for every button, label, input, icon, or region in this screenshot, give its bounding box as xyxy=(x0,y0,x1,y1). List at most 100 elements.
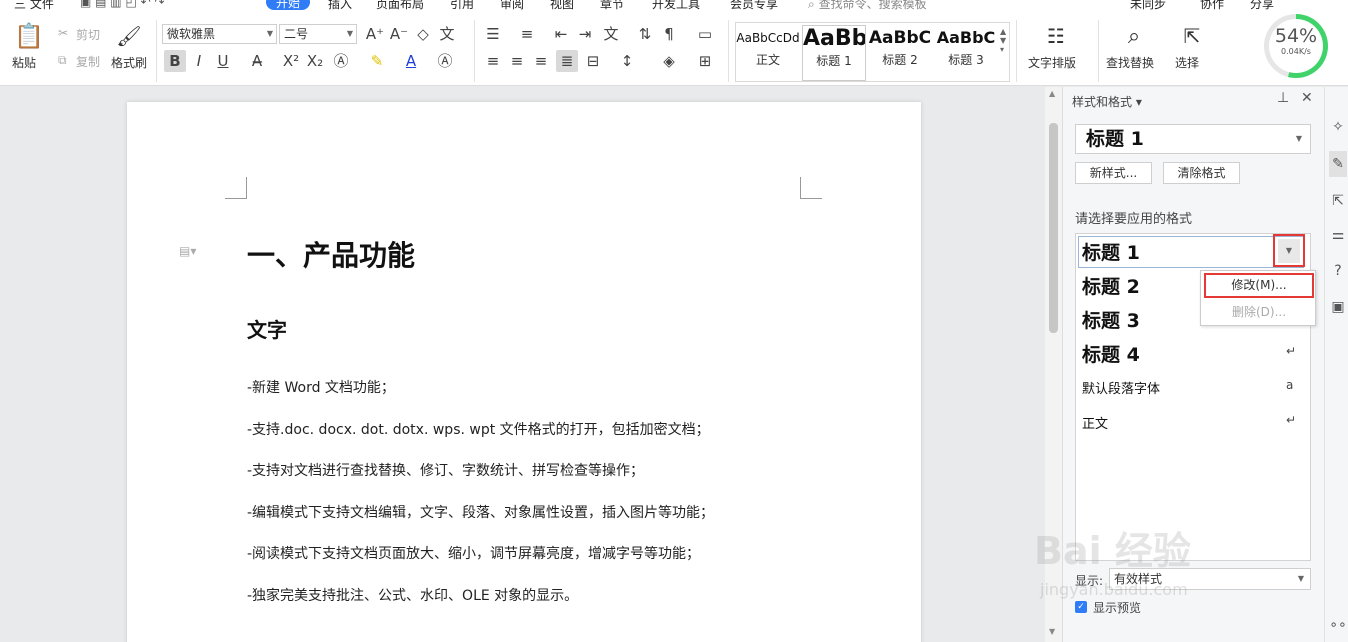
list-item[interactable]: 默认段落字体 xyxy=(1082,378,1160,397)
doc-heading-1[interactable]: 一、产品功能 xyxy=(247,234,415,274)
backup-icon[interactable]: ▣ xyxy=(1329,299,1347,315)
grow-font-icon[interactable]: A⁺ xyxy=(364,23,386,45)
italic-icon[interactable]: I xyxy=(188,50,210,72)
numbered-list-icon[interactable]: ≡ xyxy=(516,23,538,45)
style-heading1[interactable]: AaBb 标题 1 xyxy=(802,25,866,81)
modify-menu-item[interactable]: 修改(M)... xyxy=(1204,273,1314,298)
pane-title[interactable]: 样式和格式 ▾ xyxy=(1072,93,1142,110)
file-menu[interactable]: 三 文件 xyxy=(14,0,54,12)
style-heading2[interactable]: AaBbC 标题 2 xyxy=(868,25,932,81)
close-icon[interactable]: ✕ xyxy=(1301,90,1313,106)
copy-button[interactable]: 复制 xyxy=(76,53,100,70)
bullet-list-icon[interactable]: ☰ xyxy=(482,23,504,45)
share-button[interactable]: 分享 xyxy=(1250,0,1274,12)
doc-paragraph[interactable]: -支持.doc. docx. dot. dotx. wps. wpt 文件格式的… xyxy=(247,419,710,439)
search-icon[interactable]: ⌕ xyxy=(1120,22,1148,50)
subscript-icon[interactable]: X₂ xyxy=(304,50,326,72)
increase-indent-icon[interactable]: ⇥ xyxy=(574,23,596,45)
list-item[interactable]: 标题 3 xyxy=(1082,306,1140,333)
quick-access-icons[interactable]: ▣ ▤ ▥ ◰ ↶ ↷ xyxy=(80,0,165,9)
find-replace-button[interactable]: 查找替换 xyxy=(1106,54,1154,71)
doc-heading-2[interactable]: 文字 xyxy=(247,314,287,343)
styles-pane-icon[interactable]: ✎ xyxy=(1329,151,1347,177)
ruler-icon[interactable]: ▭ xyxy=(694,23,716,45)
more-icon[interactable]: ∘∘ xyxy=(1329,617,1347,633)
collab-button[interactable]: 协作 xyxy=(1200,0,1224,12)
style-dropdown-button[interactable]: ▼ xyxy=(1273,234,1305,267)
doc-paragraph[interactable]: -新建 Word 文档功能； xyxy=(247,377,395,397)
phonetic-icon[interactable]: 文 xyxy=(436,23,458,45)
font-name-select[interactable]: 微软雅黑 ▼ xyxy=(162,24,277,44)
tab-developer[interactable]: 开发工具 xyxy=(652,0,700,12)
doc-paragraph[interactable]: -支持对文档进行查找替换、修订、字数统计、拼写检查等操作； xyxy=(247,460,644,480)
list-item[interactable]: 正文 xyxy=(1082,413,1108,432)
paste-button[interactable]: 粘贴 xyxy=(12,54,36,71)
cut-button[interactable]: 剪切 xyxy=(76,26,100,43)
pin-icon[interactable]: ⊥ xyxy=(1277,90,1289,106)
list-item[interactable]: 标题 4 xyxy=(1082,340,1140,367)
help-icon[interactable]: ? xyxy=(1329,263,1347,279)
sync-status[interactable]: 未同步 xyxy=(1130,0,1166,12)
line-spacing-icon[interactable]: ↕ xyxy=(616,50,638,72)
search-command[interactable]: ⌕ 查找命令、搜索模板 xyxy=(808,0,927,12)
decrease-indent-icon[interactable]: ⇤ xyxy=(550,23,572,45)
list-item[interactable]: 标题 1 xyxy=(1082,238,1140,265)
show-marks-icon[interactable]: ¶ xyxy=(658,23,680,45)
strikethrough-icon[interactable]: A̶ xyxy=(246,50,268,72)
tab-view[interactable]: 视图 xyxy=(550,0,574,12)
delete-menu-item[interactable]: 删除(D)... xyxy=(1204,301,1314,323)
scroll-up-icon[interactable]: ▲ xyxy=(1049,89,1055,98)
tab-page-layout[interactable]: 页面布局 xyxy=(376,0,424,12)
text-layout-button[interactable]: 文字排版 xyxy=(1028,54,1076,71)
distribute-icon[interactable]: ⊟ xyxy=(582,50,604,72)
align-center-icon[interactable]: ≡ xyxy=(506,50,528,72)
font-size-select[interactable]: 二号 ▼ xyxy=(279,24,357,44)
tab-member[interactable]: 会员专享 xyxy=(730,0,778,12)
chinese-layout-icon[interactable]: 文 xyxy=(600,23,622,45)
doc-paragraph[interactable]: -编辑模式下支持文档编辑，文字、段落、对象属性设置，插入图片等功能； xyxy=(247,502,714,522)
clear-format-button[interactable]: 清除格式 xyxy=(1163,162,1240,184)
sort-icon[interactable]: ⇅ xyxy=(634,23,656,45)
superscript-icon[interactable]: X² xyxy=(280,50,302,72)
underline-icon[interactable]: U xyxy=(212,50,234,72)
align-left-icon[interactable]: ≡ xyxy=(482,50,504,72)
tab-insert[interactable]: 插入 xyxy=(328,0,352,12)
char-border-icon[interactable]: Ⓐ xyxy=(434,50,456,72)
select-objects-icon[interactable]: ⇱ xyxy=(1329,193,1347,209)
tab-review[interactable]: 审阅 xyxy=(500,0,524,12)
highlight-icon[interactable]: ✎ xyxy=(366,50,388,72)
tab-home[interactable]: 开始 xyxy=(266,0,310,10)
copy-icon[interactable]: ⧉ xyxy=(58,53,67,68)
properties-icon[interactable]: ⚌ xyxy=(1329,227,1347,243)
eraser-icon[interactable]: ◇ xyxy=(412,23,434,45)
style-normal[interactable]: AaBbCcDd 正文 xyxy=(736,25,800,81)
shading-icon[interactable]: ◈ xyxy=(658,50,680,72)
gallery-scroll-icon[interactable]: ▲ ▼ ▾ xyxy=(1000,27,1006,54)
new-style-button[interactable]: 新样式... xyxy=(1075,162,1152,184)
document-page[interactable]: ▤▾ 一、产品功能 文字 -新建 Word 文档功能； -支持.doc. doc… xyxy=(127,102,921,642)
scroll-down-icon[interactable]: ▼ xyxy=(1049,627,1055,636)
text-layout-icon[interactable]: ☷ xyxy=(1042,22,1070,50)
tab-chapter[interactable]: 章节 xyxy=(600,0,624,12)
tab-references[interactable]: 引用 xyxy=(450,0,474,12)
text-effect-icon[interactable]: Ⓐ xyxy=(330,50,352,72)
speed-gauge[interactable]: 54% 0.04K/s xyxy=(1264,14,1328,78)
align-right-icon[interactable]: ≡ xyxy=(530,50,552,72)
cursor-icon[interactable]: ⇱ xyxy=(1178,22,1206,50)
select-button[interactable]: 选择 xyxy=(1175,54,1199,71)
style-heading3[interactable]: AaBbC 标题 3 xyxy=(934,25,998,81)
scroll-thumb[interactable] xyxy=(1049,123,1058,333)
justify-icon[interactable]: ≣ xyxy=(556,50,578,72)
preview-checkbox[interactable]: ✓ xyxy=(1075,601,1087,613)
style-set-icon[interactable]: ✧ xyxy=(1329,119,1347,135)
bold-icon[interactable]: B xyxy=(164,50,186,72)
doc-paragraph[interactable]: -独家完美支持批注、公式、水印、OLE 对象的显示。 xyxy=(247,585,578,605)
format-painter-icon[interactable]: 🖌 xyxy=(116,22,142,50)
doc-paragraph[interactable]: -阅读模式下支持文档页面放大、缩小，调节屏幕亮度，增减字号等功能； xyxy=(247,543,700,563)
list-item[interactable]: 标题 2 xyxy=(1082,272,1140,299)
current-style-select[interactable]: 标题 1 ▼ xyxy=(1075,124,1311,154)
borders-icon[interactable]: ⊞ xyxy=(694,50,716,72)
font-color-icon[interactable]: A xyxy=(400,50,422,72)
paste-icon[interactable]: 📋 xyxy=(14,22,44,50)
paragraph-menu-icon[interactable]: ▤▾ xyxy=(179,244,196,258)
